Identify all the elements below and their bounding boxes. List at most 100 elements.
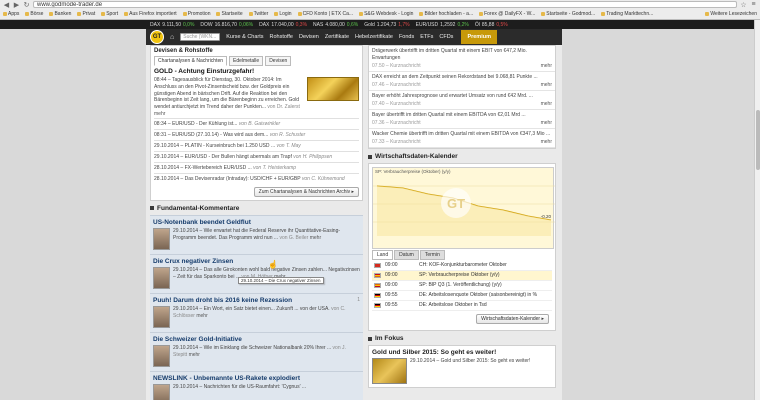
- tab-land[interactable]: Land: [372, 250, 394, 260]
- section-marker-icon: [150, 206, 154, 210]
- fokus-title[interactable]: Gold und Silber 2015: So geht es weiter!: [372, 349, 552, 356]
- news-row[interactable]: 29.10.2014 – EUR/USD - Der Bullen hängt …: [154, 150, 359, 162]
- forward-icon[interactable]: ▶: [13, 1, 20, 9]
- bookmarks-more[interactable]: Weitere Lesezeichen: [705, 9, 757, 19]
- kurznachricht-text[interactable]: Bayer erhöht Jahresprognose und erwartet…: [372, 93, 552, 100]
- star-icon[interactable]: ☆: [740, 1, 747, 9]
- bookmark-item[interactable]: Startseite: [216, 11, 243, 17]
- news-row[interactable]: 08:34 – EUR/USD - Der Kühlung ist... von…: [154, 117, 359, 129]
- ticker-item[interactable]: Öl 85,88 0,5%: [475, 22, 508, 28]
- nav-item[interactable]: Fonds: [399, 34, 414, 40]
- bookmark-item[interactable]: Börse: [25, 11, 43, 17]
- kurznachricht-text[interactable]: Wacker Chemie übertrifft im dritten Quar…: [372, 131, 552, 138]
- featured-more-link[interactable]: mehr: [154, 111, 165, 117]
- ticker-name: Öl: [474, 21, 480, 28]
- nav-item[interactable]: Zertifikate: [325, 34, 349, 40]
- author-avatar: [153, 305, 170, 328]
- page-scrollbar[interactable]: [754, 20, 760, 400]
- nav-item[interactable]: Kurse & Charts: [226, 34, 263, 40]
- fundamental-body: 29.10.2014 – Nachrichten für die US-Raum…: [173, 383, 307, 390]
- tab-edelmetalle[interactable]: Edelmetalle: [229, 56, 264, 66]
- fokus-text: 29.10.2014 – Gold und Silber 2015: So ge…: [410, 358, 531, 364]
- calendar-row[interactable]: 09:00 SP: Verbraucherpreise Oktober (y/y): [372, 271, 552, 281]
- premium-button[interactable]: Premium: [461, 30, 497, 44]
- featured-text: 08:44 – Tagesausblick für Dienstag, 30. …: [154, 77, 300, 117]
- fundamental-more-link[interactable]: mehr: [196, 313, 207, 319]
- archive-button[interactable]: Zum Chartanalysen & Nachrichten Archiv ▸: [253, 186, 359, 197]
- calendar-row[interactable]: 09:55 DE: Arbeitslosenquote Oktober (sais…: [372, 291, 552, 301]
- ticker-change: 0,6%: [346, 21, 359, 28]
- calendar-event: DE: Arbeitslosenquote Oktober (saisonber…: [419, 292, 538, 298]
- bookmark-item[interactable]: Promotion: [182, 11, 210, 17]
- fundamental-title[interactable]: NEWSLINK - Unbemannte US-Rakete explodie…: [153, 375, 360, 382]
- fundamental-title[interactable]: US-Notenbank beendet Geldflut: [153, 219, 360, 226]
- fundamental-more-link[interactable]: mehr: [189, 352, 200, 358]
- ticker-item[interactable]: DAX 17.040,00 0,3%: [259, 22, 307, 28]
- news-row[interactable]: 29.10.2014 – PLATIN - Kurseinbruch bei 1…: [154, 139, 359, 151]
- tab-chartanalysen[interactable]: Chartanalysen & Nachrichten: [154, 56, 228, 66]
- menu-icon[interactable]: ≡: [750, 1, 757, 8]
- ticker-item[interactable]: DAX 9.111,50 0,0%: [150, 22, 194, 28]
- news-row[interactable]: 28.10.2014 – Das Devisenradar (Intraday)…: [154, 172, 359, 184]
- ticker-item[interactable]: NAS 4.080,00 0,6%: [313, 22, 358, 28]
- back-icon[interactable]: ◀: [3, 1, 10, 9]
- bookmark-item[interactable]: CFD Konto | ETX Ca...: [297, 11, 353, 17]
- bookmark-item[interactable]: Privat: [77, 11, 95, 17]
- bookmark-item[interactable]: Forex @ DailyFX - W...: [479, 11, 535, 17]
- ticker-value: 17.040,00: [271, 21, 294, 28]
- nav-item[interactable]: ETFs: [420, 34, 433, 40]
- calendar-row[interactable]: 09:00 SP: BIP Q3 (1. Veröffentlichung) (y…: [372, 281, 552, 291]
- bookmark-item[interactable]: Apps: [3, 11, 19, 17]
- tab-termin[interactable]: Termin: [419, 250, 445, 260]
- reload-icon[interactable]: ↻: [23, 1, 30, 9]
- calendar-button[interactable]: Wirtschaftsdaten-Kalender ▸: [476, 314, 549, 324]
- calendar-row[interactable]: 09:00 CH: KOF-Konjunkturbarometer Oktober: [372, 261, 552, 271]
- kurznachricht-text[interactable]: Bayer übertrifft im dritten Quartal mit …: [372, 112, 552, 119]
- featured-title[interactable]: GOLD - Achtung Einsturzgefahr!: [151, 68, 362, 75]
- kurznachricht-more-link[interactable]: mehr: [541, 101, 552, 107]
- kurznachricht-more-link[interactable]: mehr: [541, 120, 552, 126]
- ticker-item[interactable]: Gold 1.204,73 1,7%: [364, 22, 409, 28]
- bookmark-item[interactable]: Aus Firefox importiert: [124, 11, 177, 17]
- kurznachricht-meta: 07.33 – Kurznachricht mehr: [372, 139, 552, 145]
- kurznachricht-more-link[interactable]: mehr: [541, 63, 552, 69]
- news-text: EUR/USD - Der Bullen hängt abermals am T…: [184, 153, 292, 160]
- kurznachricht-more-link[interactable]: mehr: [541, 82, 552, 88]
- kurznachricht-more-link[interactable]: mehr: [541, 139, 552, 145]
- bookmark-item[interactable]: Sport: [101, 11, 118, 17]
- folder-icon: [248, 12, 253, 16]
- nav-item[interactable]: CFDs: [439, 34, 453, 40]
- fundamental-more-link[interactable]: mehr: [310, 235, 321, 241]
- nav-item[interactable]: Hebelzertifikate: [355, 34, 393, 40]
- nav-item[interactable]: Rohstoffe: [270, 34, 293, 40]
- bookmark-item[interactable]: Bilder hochladen - a...: [419, 11, 473, 17]
- fundamental-title[interactable]: Puuh! Darum droht bis 2016 keine Rezessi…: [153, 297, 360, 304]
- ticker-item[interactable]: EUR/USD 1,2592 0,2%: [416, 22, 469, 28]
- fundamental-item: Die Crux negativer Zinsen 29.10.2014 – Da…: [150, 253, 363, 293]
- news-row[interactable]: 28.10.2014 – FX-Wertebereich EUR/USD ...…: [154, 161, 359, 173]
- bookmark-item[interactable]: Twitter: [248, 11, 268, 17]
- kurznachricht-text[interactable]: Drägerwerk übertrifft im dritten Quartal…: [372, 48, 552, 62]
- bookmark-item[interactable]: Trading Markttechn...: [601, 11, 653, 17]
- fundamental-title[interactable]: Die Schweizer Gold-Initiative: [153, 336, 360, 343]
- kurznachricht-text[interactable]: DAX erreicht an dem Zeitpunkt seinen Rek…: [372, 74, 552, 81]
- godmode-logo[interactable]: GT: [150, 30, 164, 44]
- url-input[interactable]: www.godmode-trader.de: [33, 1, 737, 8]
- left-column: Devisen & Rohstoffe Chartanalysen & Nach…: [150, 45, 363, 400]
- bookmark-item[interactable]: Startseite - Godmod...: [541, 11, 595, 17]
- calendar-row[interactable]: 09:55 DE: Arbeitslose Oktober in Tsd: [372, 301, 552, 311]
- archive-row: Zum Chartanalysen & Nachrichten Archiv ▸: [151, 184, 362, 200]
- ticker-change: 0,3%: [295, 21, 308, 28]
- home-icon[interactable]: ⌂: [170, 34, 174, 41]
- bookmark-item[interactable]: S&G Webdesk - Login: [359, 11, 413, 17]
- fundamental-title[interactable]: Die Crux negativer Zinsen: [153, 258, 360, 265]
- search-input[interactable]: Suche (WKN...: [180, 33, 221, 41]
- news-row[interactable]: 08:31 – EUR/USD (27.10.14) - Was wird au…: [154, 128, 359, 140]
- tab-devisen[interactable]: Devisen: [265, 56, 292, 66]
- tab-datum[interactable]: Datum: [394, 250, 419, 260]
- nav-item[interactable]: Devisen: [299, 34, 319, 40]
- bookmark-item[interactable]: Login: [274, 11, 292, 17]
- bookmark-item[interactable]: Banken: [49, 11, 71, 17]
- ticker-item[interactable]: DOW 16.816,70 0,06%: [200, 22, 253, 28]
- scrollbar-thumb[interactable]: [756, 110, 760, 170]
